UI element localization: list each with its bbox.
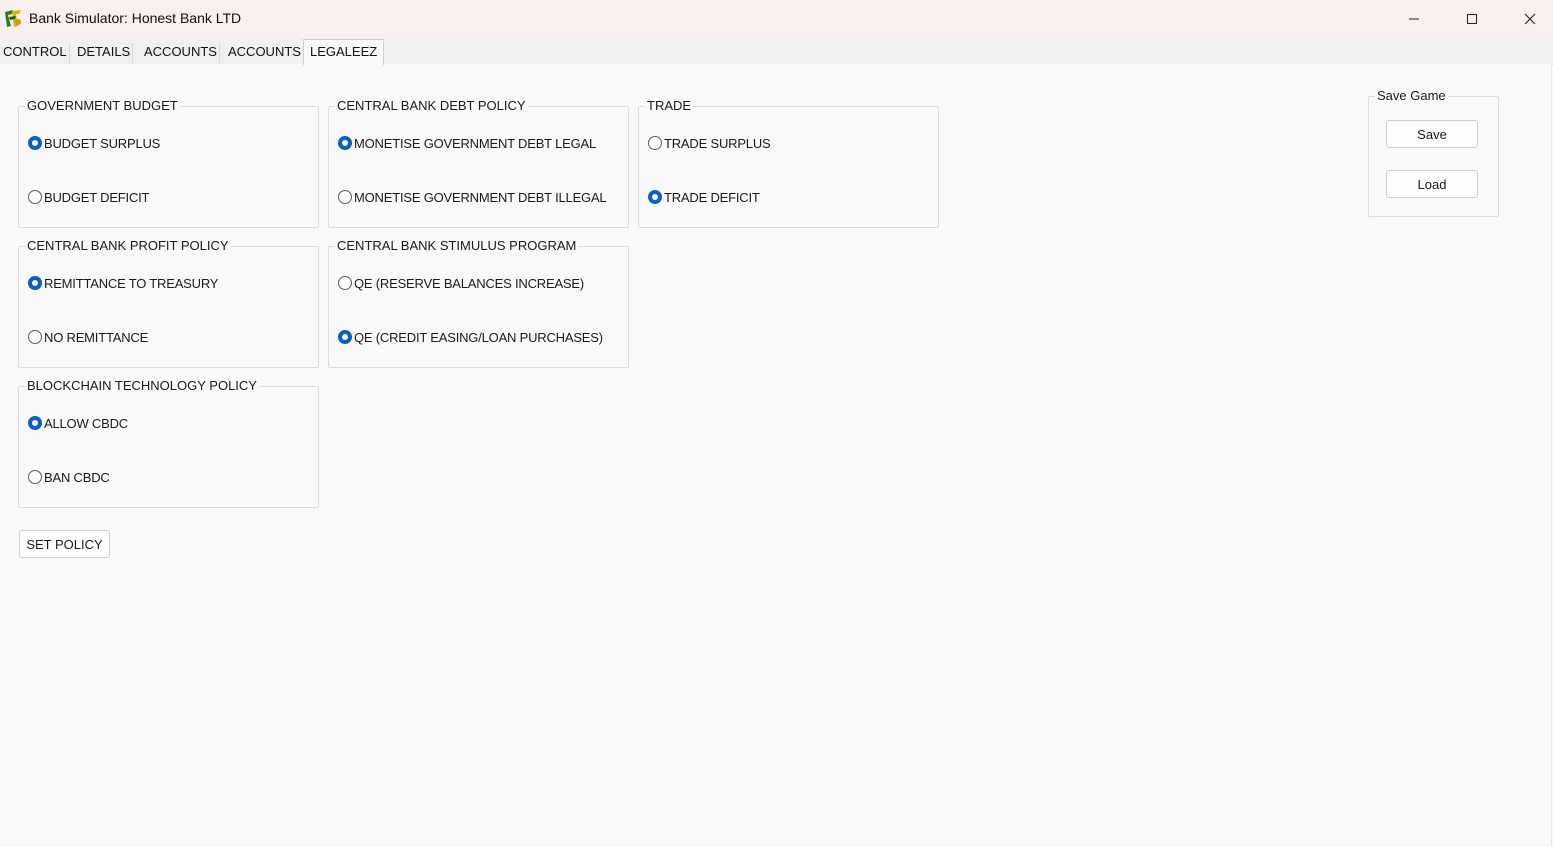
radio-label: QE (RESERVE BALANCES INCREASE) [354, 275, 584, 291]
close-icon [1524, 13, 1536, 25]
radio-unchecked-icon [648, 136, 662, 150]
radio-unchecked-icon [28, 190, 42, 204]
tab-legaleez[interactable]: LEGALEEZ [303, 39, 385, 65]
group-title: TRADE [645, 98, 694, 114]
radio-label: MONETISE GOVERNMENT DEBT LEGAL [354, 135, 597, 151]
tab-strip: CONTROL DETAILS ACCOUNTS ACCOUNTS LEGALE… [0, 38, 1553, 65]
radio-checked-icon [28, 416, 42, 430]
blockchain-technology-policy-group: BLOCKCHAIN TECHNOLOGY POLICY ALLOW CBDC … [18, 378, 319, 508]
ban-cbdc-radio[interactable]: BAN CBDC [28, 468, 110, 486]
radio-label: TRADE DEFICIT [664, 189, 760, 205]
group-title: BLOCKCHAIN TECHNOLOGY POLICY [25, 378, 259, 394]
bank-simulator-logo-icon [3, 8, 24, 29]
radio-checked-icon [338, 330, 352, 344]
set-policy-button[interactable]: SET POLICY [19, 530, 110, 558]
trade-deficit-radio[interactable]: TRADE DEFICIT [648, 188, 760, 206]
central-bank-debt-policy-group: CENTRAL BANK DEBT POLICY MONETISE GOVERN… [328, 98, 629, 228]
radio-unchecked-icon [338, 190, 352, 204]
group-title: CENTRAL BANK PROFIT POLICY [25, 238, 231, 254]
group-title: Save Game [1375, 88, 1448, 104]
tab-content-legaleez: GOVERNMENT BUDGET BUDGET SURPLUS BUDGET … [0, 64, 1552, 846]
minimize-button[interactable] [1385, 0, 1443, 38]
tab-details[interactable]: DETAILS [75, 43, 134, 63]
radio-label: BUDGET DEFICIT [44, 189, 150, 205]
central-bank-profit-policy-group: CENTRAL BANK PROFIT POLICY REMITTANCE TO… [18, 238, 319, 368]
radio-label: BAN CBDC [44, 469, 110, 485]
radio-unchecked-icon [28, 330, 42, 344]
radio-label: TRADE SURPLUS [664, 135, 771, 151]
group-title: CENTRAL BANK STIMULUS PROGRAM [335, 238, 579, 254]
save-button[interactable]: Save [1386, 120, 1478, 148]
budget-surplus-radio[interactable]: BUDGET SURPLUS [28, 134, 160, 152]
maximize-icon [1467, 14, 1477, 24]
app-window: Bank Simulator: Honest Bank LTD CONTROL … [0, 0, 1553, 847]
load-button[interactable]: Load [1386, 170, 1478, 198]
monetise-debt-legal-radio[interactable]: MONETISE GOVERNMENT DEBT LEGAL [338, 134, 596, 152]
group-title: GOVERNMENT BUDGET [25, 98, 180, 114]
close-button[interactable] [1501, 0, 1553, 38]
remittance-to-treasury-radio[interactable]: REMITTANCE TO TREASURY [28, 274, 218, 292]
radio-checked-icon [648, 190, 662, 204]
tab-accounts-1[interactable]: ACCOUNTS [142, 43, 220, 63]
minimize-icon [1409, 18, 1419, 20]
group-title: CENTRAL BANK DEBT POLICY [335, 98, 528, 114]
save-game-group: Save Game Save Load [1368, 88, 1499, 217]
trade-group: TRADE TRADE SURPLUS TRADE DEFICIT [638, 98, 939, 228]
allow-cbdc-radio[interactable]: ALLOW CBDC [28, 414, 128, 432]
radio-checked-icon [338, 136, 352, 150]
radio-unchecked-icon [338, 276, 352, 290]
no-remittance-radio[interactable]: NO REMITTANCE [28, 328, 148, 346]
radio-label: NO REMITTANCE [44, 329, 149, 345]
maximize-button[interactable] [1443, 0, 1501, 38]
trade-surplus-radio[interactable]: TRADE SURPLUS [648, 134, 771, 152]
radio-label: MONETISE GOVERNMENT DEBT ILLEGAL [354, 189, 607, 205]
tab-accounts-2[interactable]: ACCOUNTS [226, 43, 304, 63]
title-bar[interactable]: Bank Simulator: Honest Bank LTD [0, 0, 1553, 38]
radio-label: REMITTANCE TO TREASURY [44, 275, 219, 291]
window-title: Bank Simulator: Honest Bank LTD [29, 10, 242, 26]
radio-label: BUDGET SURPLUS [44, 135, 161, 151]
qe-credit-easing-radio[interactable]: QE (CREDIT EASING/LOAN PURCHASES) [338, 328, 603, 346]
tab-control[interactable]: CONTROL [1, 43, 70, 63]
qe-reserve-balances-radio[interactable]: QE (RESERVE BALANCES INCREASE) [338, 274, 584, 292]
radio-label: ALLOW CBDC [44, 415, 128, 431]
radio-label: QE (CREDIT EASING/LOAN PURCHASES) [354, 329, 603, 345]
radio-checked-icon [28, 276, 42, 290]
government-budget-group: GOVERNMENT BUDGET BUDGET SURPLUS BUDGET … [18, 98, 319, 228]
budget-deficit-radio[interactable]: BUDGET DEFICIT [28, 188, 150, 206]
central-bank-stimulus-program-group: CENTRAL BANK STIMULUS PROGRAM QE (RESERV… [328, 238, 629, 368]
radio-checked-icon [28, 136, 42, 150]
radio-unchecked-icon [28, 470, 42, 484]
monetise-debt-illegal-radio[interactable]: MONETISE GOVERNMENT DEBT ILLEGAL [338, 188, 607, 206]
